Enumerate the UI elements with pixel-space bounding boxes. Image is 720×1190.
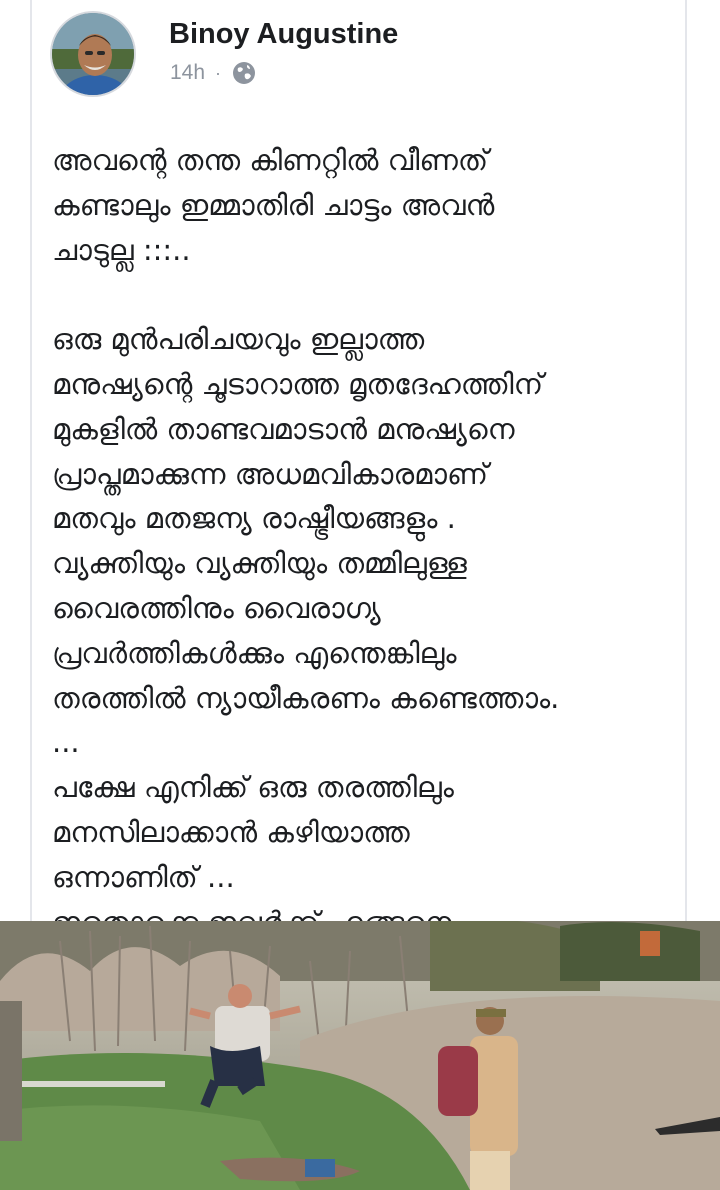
avatar[interactable] (50, 11, 136, 97)
post-line: വൈരത്തിനും വൈരാഗ്യ (52, 590, 381, 625)
post-line: മനസിലാക്കാൻ കഴിയാത്ത (52, 814, 410, 849)
post-line: മതവും മതജന്യ രാഷ്ട്രീയങ്ങളും . (52, 501, 456, 536)
post-line: മനുഷ്യന്റെ ചൂടാറാത്ത മൃതദേഹത്തിന് (52, 366, 544, 401)
post-line: പ്രവർത്തികൾക്കും എന്തെങ്കിലും (52, 635, 457, 670)
author-name[interactable]: Binoy Augustine (169, 18, 398, 51)
post-line: അവന്റെ തന്ത കിണറ്റിൽ വീണത് (52, 143, 489, 177)
globe-icon[interactable] (231, 60, 257, 86)
post-line: വ്യക്തിയും വ്യക്തിയും തമ്മിലുള്ള (52, 546, 467, 581)
post-line: ഒന്നാണിത് ... (52, 859, 235, 894)
post-line: ... (52, 725, 80, 760)
post-line: കണ്ടാലും ഇമ്മാതിരി ചാട്ടം അവൻ (52, 187, 495, 222)
meta-separator: · (215, 62, 222, 83)
post-line: പ്രാപ്തമാക്കുന്ന അധമവികാരമാണ് (52, 456, 489, 491)
post-line: ചാടുല്ല :::.. (52, 232, 191, 267)
post-line: മുകളിൽ താണ്ടവമാടാൻ മനുഷ്യനെ (52, 411, 515, 446)
post-line: പക്ഷേ എനിക്ക് ഒരു തരത്തിലും (52, 770, 454, 805)
post-line: ഒരു മുൻപരിചയവും ഇല്ലാത്ത (52, 322, 425, 357)
post-body: അവന്റെ തന്ത കിണറ്റിൽ വീണത് കണ്ടാലും ഇമ്മാ… (52, 138, 677, 989)
post-line: തരത്തിൽ ന്യായീകരണം കണ്ടെത്താം. (52, 680, 560, 715)
post-meta: 14h · (170, 59, 257, 87)
post-photo[interactable] (0, 921, 720, 1190)
post-time[interactable]: 14h (170, 61, 205, 85)
post-line (52, 272, 677, 317)
